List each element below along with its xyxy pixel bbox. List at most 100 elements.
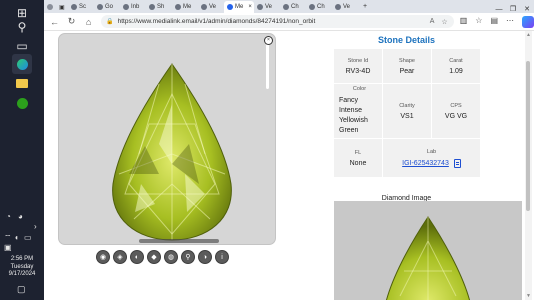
- gem-angle-icon[interactable]: ◍: [164, 250, 178, 264]
- browser-tab[interactable]: Sc: [68, 1, 94, 13]
- favorite-star-icon[interactable]: ☆: [441, 18, 447, 26]
- close-window-icon[interactable]: ✕: [520, 5, 534, 13]
- tab-list: Sc Go Inb Sh Me Ve Me × Ve Ch Ch Ve: [68, 0, 358, 13]
- diamond-image-preview[interactable]: [334, 201, 522, 300]
- browser-tab[interactable]: Inb: [120, 1, 146, 13]
- color-value-line: Green: [339, 127, 359, 134]
- copilot-icon[interactable]: [522, 15, 534, 28]
- split-screen-icon[interactable]: ▥: [460, 16, 468, 28]
- browser-tab[interactable]: Ch: [306, 1, 332, 13]
- diamond-viewer[interactable]: ×: [58, 33, 276, 245]
- lab-label: Lab: [426, 148, 437, 155]
- tab-label: Sh: [157, 4, 165, 10]
- wifi-icon[interactable]: ⌔: [4, 233, 12, 243]
- carat-cell: Carat 1.09: [432, 49, 480, 83]
- refresh-icon[interactable]: ↻: [65, 15, 78, 29]
- windows-taskbar: ⊞ ⚲ ▭ ◔ ◕ › ⌔ ◖ ▭ ▣ 2:56 PM Tuesday 9/17…: [0, 0, 44, 300]
- browser-tab[interactable]: Ch: [280, 1, 306, 13]
- gem-icon[interactable]: ◉: [96, 250, 110, 264]
- taskbar-clock[interactable]: 2:56 PM Tuesday 9/17/2024: [2, 256, 42, 279]
- tab-favicon-icon: [201, 4, 207, 10]
- info-icon[interactable]: i: [215, 250, 229, 264]
- browser-tab[interactable]: Ve: [254, 1, 280, 13]
- gem-side-icon[interactable]: ◈: [113, 250, 127, 264]
- tab-favicon-icon: [335, 4, 341, 10]
- color-cell: Color Fancy Intense Yellowish Green: [334, 84, 382, 138]
- fl-cell: FL None: [334, 139, 382, 177]
- favorites-icon[interactable]: ☆: [475, 16, 482, 28]
- color-value-line: Fancy: [339, 97, 359, 104]
- tab-favicon-icon: [227, 4, 233, 10]
- fl-label: FL: [354, 149, 362, 156]
- carat-value: 1.09: [449, 67, 463, 75]
- collections-icon[interactable]: ▤: [490, 16, 498, 28]
- color-label: Color: [352, 86, 367, 92]
- search-icon[interactable]: ⚲: [12, 17, 32, 37]
- copy-icon[interactable]: [453, 158, 461, 168]
- tab-label: Inb: [131, 4, 140, 10]
- clarity-cell: Clarity VS1: [383, 84, 431, 138]
- tab-favicon-icon: [149, 4, 155, 10]
- cps-cell: CPS VG VG: [432, 84, 480, 138]
- shape-cell: Shape Pear: [383, 49, 431, 83]
- edge-browser-icon[interactable]: [12, 54, 32, 74]
- close-viewer-button[interactable]: ×: [264, 36, 273, 45]
- cps-value: VG VG: [444, 112, 468, 120]
- notification-icon[interactable]: ▢: [17, 284, 26, 295]
- file-explorer-icon[interactable]: [12, 73, 32, 93]
- battery-icon[interactable]: ▭: [24, 233, 32, 242]
- contrast-icon[interactable]: ◑: [198, 250, 212, 264]
- close-tab-icon[interactable]: ×: [248, 4, 252, 10]
- tab-favicon-icon: [309, 4, 315, 10]
- browser-tab[interactable]: Go: [94, 1, 120, 13]
- gem-facet-icon[interactable]: ◆: [147, 250, 161, 264]
- color-value: Fancy Intense Yellowish Green: [339, 96, 368, 136]
- browser-menu-icon[interactable]: ⋯: [506, 16, 514, 28]
- tab-label: Ve: [265, 4, 273, 10]
- clarity-value: VS1: [400, 112, 414, 120]
- profile-icon[interactable]: [44, 1, 56, 13]
- browser-tab[interactable]: Me ×: [224, 1, 254, 13]
- app-tray-icon[interactable]: ◕: [18, 212, 23, 221]
- zoom-icon[interactable]: ⚲: [181, 250, 195, 264]
- lock-icon[interactable]: 🔒: [106, 18, 113, 25]
- page-scrollbar[interactable]: ▲ ▼: [525, 31, 532, 300]
- lab-report-link[interactable]: IGI-625432743: [402, 158, 461, 168]
- gem-profile-icon[interactable]: ◐: [130, 250, 144, 264]
- back-icon[interactable]: ←: [48, 15, 61, 29]
- tab-actions-icon[interactable]: ▣: [56, 1, 68, 13]
- new-tab-button[interactable]: +: [358, 3, 372, 10]
- browser-tab[interactable]: Sh: [146, 1, 172, 13]
- browser-tab[interactable]: Ve: [332, 1, 358, 13]
- scroll-up-icon[interactable]: ▲: [525, 32, 532, 38]
- url-field[interactable]: 🔒 https://www.medialink.email/v1/admin/d…: [101, 15, 454, 28]
- browser-tab[interactable]: Me: [172, 1, 198, 13]
- viewer-scrollbar[interactable]: [266, 44, 269, 89]
- carat-label: Carat: [449, 57, 463, 64]
- home-icon[interactable]: ⌂: [82, 15, 95, 29]
- tab-label: Ch: [317, 4, 325, 10]
- stone-id-value: RV3-4D: [345, 67, 371, 75]
- stone-details-panel: Stone Details Stone Id RV3-4D Shape Pear…: [334, 31, 480, 202]
- app-icon[interactable]: [12, 93, 32, 113]
- maximize-icon[interactable]: ❐: [506, 5, 520, 13]
- page-content: × ◉ ◈ ◐ ◆ ◍ ⚲ ◑ i Stone Details Stone Id RV3-4D…: [44, 31, 534, 300]
- tab-favicon-icon: [283, 4, 289, 10]
- network-tray-icon[interactable]: ◔: [6, 212, 11, 221]
- tab-label: Me: [235, 4, 244, 10]
- volume-icon[interactable]: ◖: [14, 233, 19, 242]
- details-title: Stone Details: [377, 35, 435, 45]
- task-view-icon[interactable]: ▭: [12, 36, 32, 56]
- color-value-line: Yellowish: [339, 117, 368, 124]
- display-icon[interactable]: ▣: [4, 243, 12, 252]
- tab-label: Go: [105, 4, 114, 10]
- pear-diamond-preview: [386, 216, 470, 300]
- chevron-right-icon[interactable]: ›: [34, 222, 37, 231]
- viewer-shadow: [139, 239, 219, 243]
- page-scrollbar-thumb[interactable]: [526, 61, 530, 211]
- scroll-down-icon[interactable]: ▼: [525, 293, 532, 299]
- read-aloud-icon[interactable]: A: [430, 18, 435, 26]
- tab-favicon-icon: [175, 4, 181, 10]
- minimize-icon[interactable]: —: [492, 6, 506, 13]
- browser-tab[interactable]: Ve: [198, 1, 224, 13]
